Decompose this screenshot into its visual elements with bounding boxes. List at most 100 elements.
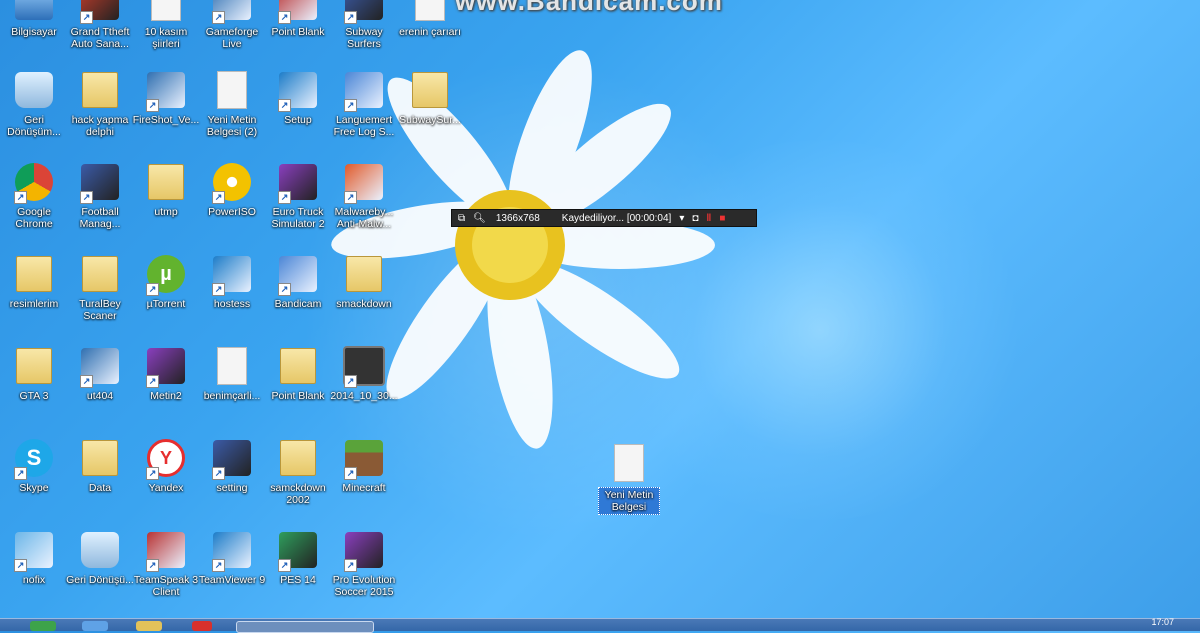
recycle-bin-icon (12, 70, 56, 110)
shortcut-arrow-icon: ↗ (278, 99, 291, 112)
desktop-icon-label: samckdown 2002 (270, 482, 326, 506)
shortcut-arrow-icon: ↗ (80, 375, 93, 388)
desktop-icon-40[interactable]: ↗ TeamSpeak 3 Client (132, 530, 200, 598)
desktop-icon-label: resimlerim (9, 298, 59, 310)
desktop-icon-label: benimçarli... (203, 390, 261, 402)
shortcut-arrow-icon: ↗ (212, 11, 225, 24)
desktop-icon-24[interactable]: ↗ Bandicam (264, 254, 332, 310)
desktop-icon-25[interactable]: smackdown (330, 254, 398, 310)
camera-icon[interactable]: ◘ (692, 213, 698, 224)
application-icon: ↗ (144, 530, 188, 572)
desktop-icon-label: Data (88, 482, 112, 494)
desktop-icon-39[interactable]: Geri Dönüşü... (66, 530, 134, 586)
shortcut-arrow-icon: ↗ (212, 283, 225, 296)
desktop-icon-38[interactable]: ↗ nofix (0, 530, 68, 586)
selected-desktop-icon[interactable]: Yeni Metin Belgesi (598, 443, 660, 515)
desktop-icon-42[interactable]: ↗ PES 14 (264, 530, 332, 586)
desktop-icon-22[interactable]: µ ↗ µTorrent (132, 254, 200, 310)
zoom-icon[interactable]: 🔍︎ (473, 213, 486, 224)
desktop-icon-32[interactable]: S ↗ Skype (0, 438, 68, 494)
document-icon (144, 0, 188, 22)
desktop-icon-35[interactable]: ↗ setting (198, 438, 266, 494)
desktop-icon-30[interactable]: Point Blank (264, 346, 332, 402)
shortcut-arrow-icon: ↗ (146, 99, 159, 112)
desktop-icon-label: Point Blank (271, 26, 325, 38)
desktop-icon-label: PowerISO (208, 206, 256, 218)
application-icon: ↗ (210, 0, 254, 24)
desktop-icon-label: hostess (213, 298, 251, 310)
desktop-icon-29[interactable]: benimçarli... (198, 346, 266, 402)
desktop-icon-8[interactable]: hack yapma delphi (66, 70, 134, 138)
application-icon: ↗ (12, 530, 56, 572)
desktop-icon-10[interactable]: Yeni Metin Belgesi (2) (198, 70, 266, 138)
desktop-icon-label: Subway Surfers (345, 26, 383, 50)
desktop-icon-33[interactable]: Data (66, 438, 134, 494)
application-icon: ↗ (210, 530, 254, 572)
desktop-icon-19[interactable]: ↗ Malwareby... Anti-Malw... (330, 162, 398, 230)
desktop-icon-17[interactable]: ↗ PowerISO (198, 162, 266, 218)
desktop-icon-36[interactable]: samckdown 2002 (264, 438, 332, 506)
desktop-icon-4[interactable]: ↗ Point Blank (264, 0, 332, 38)
desktop-icon-1[interactable]: ↗ Grand Ttheft Auto Sana... (66, 0, 134, 50)
desktop-icon-15[interactable]: ↗ Football Manag... (66, 162, 134, 230)
recording-status: Kaydediliyor... [00:00:04] (561, 212, 672, 224)
desktop-icon-34[interactable]: Y ↗ Yandex (132, 438, 200, 494)
desktop-icon-label: smackdown (336, 298, 392, 310)
desktop-icon-label: Geri Dönüşü... (66, 574, 134, 586)
document-icon (210, 70, 254, 110)
desktop-icon-label: Setup (284, 114, 312, 126)
dropdown-icon[interactable]: ▾ (679, 213, 684, 224)
desktop-icon-6[interactable]: erenin çarıarı (396, 0, 464, 38)
shortcut-arrow-icon: ↗ (14, 467, 27, 480)
shortcut-arrow-icon: ↗ (344, 99, 357, 112)
desktop-icon-2[interactable]: 10 kasım şiirleri (132, 0, 200, 50)
desktop-icon-9[interactable]: ↗ FireShot_Ve... (132, 70, 200, 126)
desktop-icon-26[interactable]: GTA 3 (0, 346, 68, 402)
folder-icon (342, 254, 386, 294)
window-icon[interactable]: ⧉ (458, 213, 465, 224)
desktop-icon-label: setting (216, 482, 248, 494)
desktop-icon-41[interactable]: ↗ TeamViewer 9 (198, 530, 266, 586)
bandicam-recording-bar[interactable]: ⧉ 🔍︎ 1366x768 Kaydediliyor... [00:00:04]… (451, 209, 757, 227)
folder-icon (408, 70, 452, 110)
application-icon: ↗ (78, 346, 122, 388)
folder-icon (12, 346, 56, 386)
desktop-icon-12[interactable]: ↗ Languemert Free Log S... (330, 70, 398, 138)
taskbar: 17:07 (0, 617, 1200, 633)
desktop-icon-28[interactable]: ↗ Metin2 (132, 346, 200, 402)
desktop-icon-label: 2014_10_30... (330, 390, 398, 402)
desktop-icon-7[interactable]: Geri Dönüşüm... (0, 70, 68, 138)
desktop-icon-0[interactable]: Bilgisayar (0, 0, 68, 38)
desktop-icon-label: Google Chrome (15, 206, 53, 230)
desktop-icon-14[interactable]: ↗ Google Chrome (0, 162, 68, 230)
desktop-icon-18[interactable]: ↗ Euro Truck Simulator 2 (264, 162, 332, 230)
pause-icon[interactable]: ǁ (706, 213, 711, 224)
desktop-icon-21[interactable]: TuralBey Scaner (66, 254, 134, 322)
desktop-icon-43[interactable]: ↗ Pro Evolution Soccer 2015 (330, 530, 398, 598)
desktop-icon-27[interactable]: ↗ ut404 (66, 346, 134, 402)
shortcut-arrow-icon: ↗ (278, 191, 291, 204)
folder-icon (12, 254, 56, 294)
desktop-icon-31[interactable]: ↗ 2014_10_30... (330, 346, 398, 402)
desktop-icon-label: Skype (19, 482, 49, 494)
stop-icon[interactable]: ■ (719, 213, 725, 224)
chrome-icon: ↗ (12, 162, 56, 204)
shortcut-arrow-icon: ↗ (146, 559, 159, 572)
desktop-icon-16[interactable]: utmp (132, 162, 200, 218)
shortcut-arrow-icon: ↗ (14, 559, 27, 572)
desktop-icon-23[interactable]: ↗ hostess (198, 254, 266, 310)
taskbar-bandicam-button[interactable] (236, 621, 374, 633)
document-icon (408, 0, 452, 22)
desktop-icon-3[interactable]: ↗ Gameforge Live (198, 0, 266, 50)
shortcut-arrow-icon: ↗ (278, 11, 291, 24)
desktop-icon-13[interactable]: SubwaySur... (396, 70, 464, 126)
recycle-bin-icon (78, 530, 122, 570)
desktop-icon-20[interactable]: resimlerim (0, 254, 68, 310)
desktop-icon-label: Football Manag... (79, 206, 121, 230)
desktop-icon-37[interactable]: ↗ Minecraft (330, 438, 398, 494)
desktop-icon-5[interactable]: ↗ Subway Surfers (330, 0, 398, 50)
minecraft-icon: ↗ (342, 438, 386, 480)
desktop-icon-label: erenin çarıarı (399, 26, 461, 38)
desktop-icon-11[interactable]: ↗ Setup (264, 70, 332, 126)
desktop-icon-label: Yeni Metin Belgesi (2) (206, 114, 258, 138)
